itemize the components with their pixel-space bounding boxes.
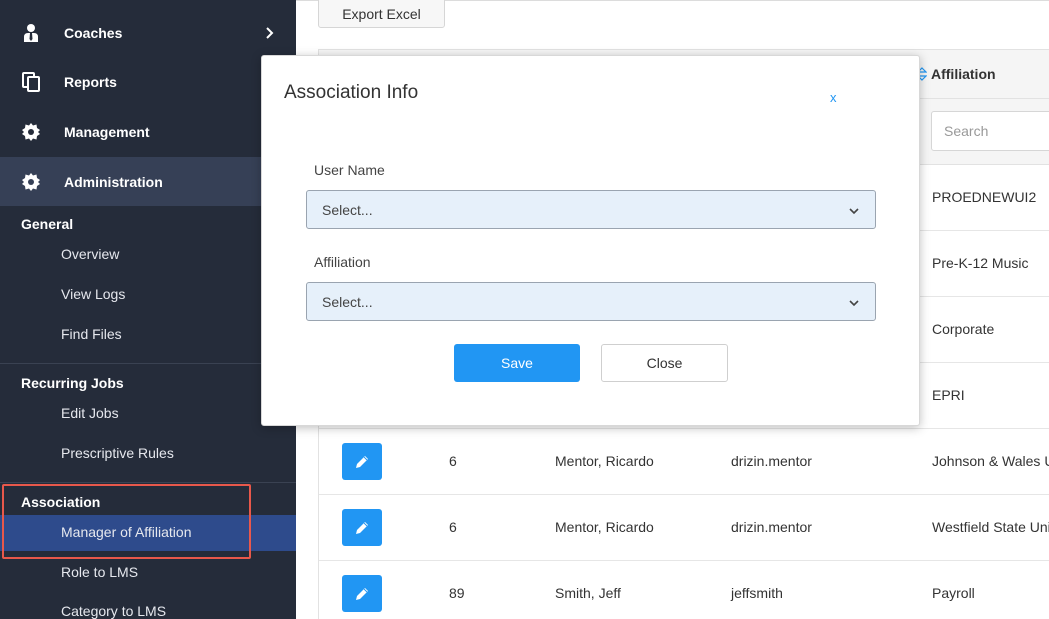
section-recurring-jobs-title: Recurring Jobs <box>21 375 124 391</box>
divider <box>0 482 296 483</box>
affiliation-select-value: Select... <box>322 294 373 310</box>
cell-username: drizin.mentor <box>731 519 812 535</box>
cell-username: drizin.mentor <box>731 453 812 469</box>
user-tie-icon <box>24 24 38 42</box>
affiliation-search-input[interactable] <box>931 111 1049 151</box>
column-header-label: Affiliation <box>931 66 996 82</box>
user-name-select-value: Select... <box>322 202 373 218</box>
cell-affiliation: PROEDNEWUI2 <box>932 189 1037 205</box>
nav-coaches-label: Coaches <box>64 24 123 41</box>
nav-management[interactable]: Management <box>0 107 296 156</box>
gear-icon <box>22 173 40 191</box>
copy-icon <box>22 72 40 92</box>
nav-management-label: Management <box>64 123 150 140</box>
sidebar-item-find-files[interactable]: Find Files <box>0 317 296 353</box>
affiliation-select[interactable]: Select... <box>306 282 876 321</box>
pencil-icon <box>356 587 368 600</box>
nav-coaches[interactable]: Coaches <box>0 8 296 57</box>
modal-title: Association Info <box>284 82 419 103</box>
nav-reports[interactable]: Reports <box>0 57 296 106</box>
user-name-select[interactable]: Select... <box>306 190 876 229</box>
sidebar-item-prescriptive-rules[interactable]: Prescriptive Rules <box>0 436 296 472</box>
gear-icon <box>22 123 40 141</box>
close-button[interactable]: Close <box>601 344 728 382</box>
cell-affiliation: Payroll <box>932 585 975 601</box>
sidebar-item-overview[interactable]: Overview <box>0 237 296 273</box>
cell-username: jeffsmith <box>731 585 783 601</box>
edit-button[interactable] <box>342 575 382 612</box>
sidebar-item-role-to-lms[interactable]: Role to LMS <box>0 555 296 591</box>
sidebar-item-label: Prescriptive Rules <box>61 445 174 461</box>
sidebar-item-label: Find Files <box>61 326 122 342</box>
nav-administration[interactable]: Administration <box>0 157 296 206</box>
edit-button[interactable] <box>342 509 382 546</box>
highlight-box <box>2 484 251 559</box>
pencil-icon <box>356 521 368 534</box>
sidebar-item-view-logs[interactable]: View Logs <box>0 277 296 313</box>
affiliation-label: Affiliation <box>314 254 371 270</box>
sidebar-item-label: Overview <box>61 246 120 262</box>
table-row: 89 Smith, Jeff jeffsmith Payroll <box>319 561 1049 619</box>
cell-name: Mentor, Ricardo <box>555 453 654 469</box>
chevron-down-icon <box>849 208 859 215</box>
sidebar-item-label: View Logs <box>61 286 126 302</box>
sidebar: Coaches Reports Management Administratio… <box>0 0 296 619</box>
cell-name: Mentor, Ricardo <box>555 519 654 535</box>
export-excel-button[interactable]: Export Excel <box>318 0 445 28</box>
chevron-right-icon <box>266 27 274 39</box>
sidebar-item-edit-jobs[interactable]: Edit Jobs <box>0 396 296 432</box>
section-general-title: General <box>21 216 74 232</box>
modal-close-x-button[interactable]: x <box>830 90 837 105</box>
cell-affiliation: Pre-K-12 Music <box>932 255 1029 271</box>
table-row: 6 Mentor, Ricardo drizin.mentor Johnson … <box>319 429 1049 495</box>
cell-id: 89 <box>449 585 465 601</box>
cell-affiliation: Corporate <box>932 321 995 337</box>
association-info-modal: Association Info x User Name Select... A… <box>261 55 920 426</box>
save-button[interactable]: Save <box>454 344 580 382</box>
edit-button[interactable] <box>342 443 382 480</box>
divider <box>0 363 296 364</box>
cell-id: 6 <box>449 453 457 469</box>
chevron-down-icon <box>849 300 859 307</box>
pencil-icon <box>356 455 368 468</box>
user-name-label: User Name <box>314 162 385 178</box>
sidebar-item-label: Edit Jobs <box>61 405 119 421</box>
cell-affiliation: Johnson & Wales U <box>932 453 1049 469</box>
sidebar-item-label: Category to LMS <box>61 603 167 619</box>
column-header-affiliation[interactable]: Affiliation <box>917 66 996 82</box>
cell-affiliation: EPRI <box>932 387 965 403</box>
sidebar-item-label: Role to LMS <box>61 564 139 580</box>
nav-administration-label: Administration <box>64 173 163 190</box>
table-row: 6 Mentor, Ricardo drizin.mentor Westfiel… <box>319 495 1049 561</box>
sidebar-item-category-to-lms[interactable]: Category to LMS <box>0 594 296 619</box>
cell-affiliation: Westfield State Uni <box>932 519 1049 535</box>
cell-id: 6 <box>449 519 457 535</box>
cell-name: Smith, Jeff <box>555 585 621 601</box>
nav-reports-label: Reports <box>64 73 117 90</box>
